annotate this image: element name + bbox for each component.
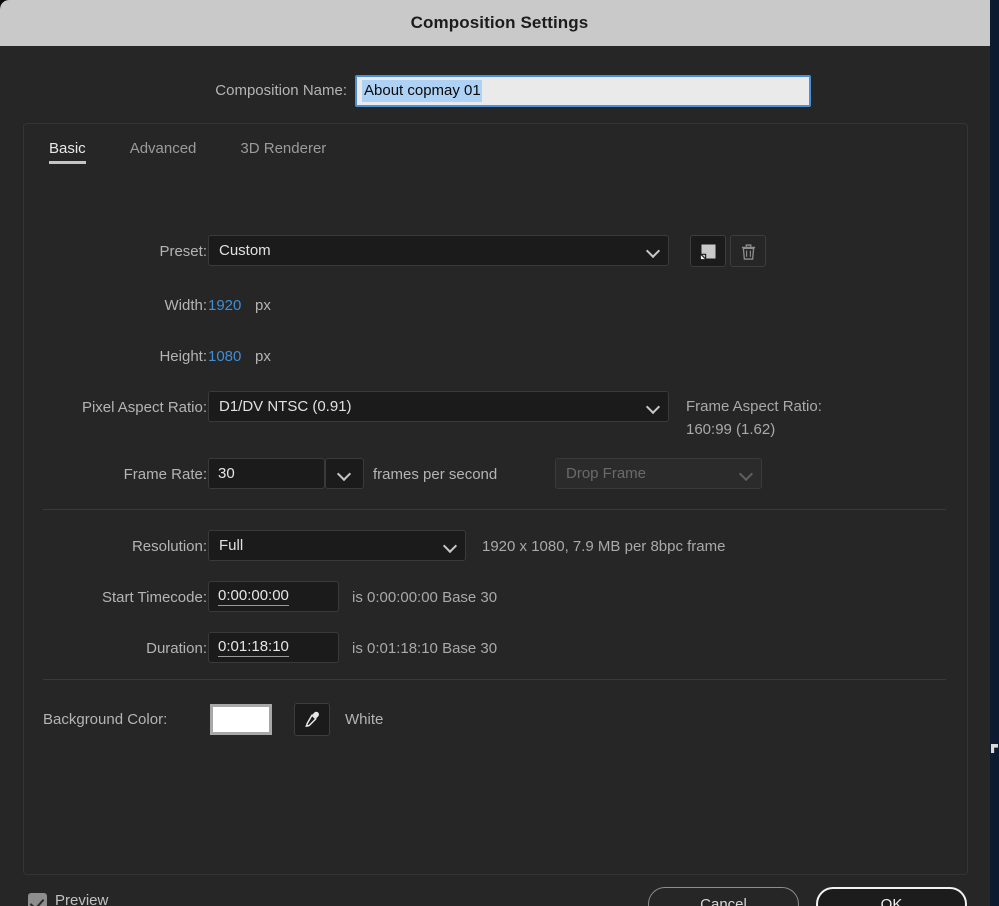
tab-advanced-label: Advanced xyxy=(129,140,197,157)
frame-aspect-ratio-label: Frame Aspect Ratio: xyxy=(686,398,822,415)
drop-frame-dropdown: Drop Frame xyxy=(555,458,762,489)
background-color-swatch[interactable] xyxy=(210,704,272,735)
start-timecode-value: 0:00:00:00 xyxy=(218,587,289,606)
composition-name-value: About copmay 01 xyxy=(362,80,482,102)
frame-rate-label: Frame Rate: xyxy=(123,466,207,483)
delete-preset-button[interactable] xyxy=(730,235,766,267)
background-color-name: White xyxy=(345,711,384,728)
frame-aspect-ratio-value: 160:99 (1.62) xyxy=(686,421,776,438)
height-label: Height: xyxy=(159,348,207,365)
chevron-down-icon xyxy=(444,539,457,552)
chevron-down-icon xyxy=(740,467,753,480)
chevron-down-icon xyxy=(647,400,660,413)
dialog-titlebar: Composition Settings xyxy=(0,0,999,46)
duration-info: is 0:01:18:10 Base 30 xyxy=(352,640,498,657)
height-unit: px xyxy=(255,348,271,365)
duration-label: Duration: xyxy=(146,640,207,657)
tab-3d-renderer[interactable]: 3D Renderer xyxy=(240,140,326,164)
tab-basic-label: Basic xyxy=(49,140,86,157)
width-label: Width: xyxy=(164,297,207,314)
background-color-label: Background Color: xyxy=(43,711,168,728)
resolution-value: Full xyxy=(219,537,244,554)
height-value[interactable]: 1080 xyxy=(208,348,241,365)
dialog-body: Composition Name: About copmay 01 Basic … xyxy=(0,46,999,906)
frames-per-second-label: frames per second xyxy=(373,466,498,483)
preset-value: Custom xyxy=(219,242,271,259)
trash-icon xyxy=(741,243,755,260)
composition-settings-dialog: Composition Settings Composition Name: A… xyxy=(0,0,999,906)
eyedropper-button[interactable] xyxy=(294,703,330,736)
duration-value: 0:01:18:10 xyxy=(218,638,289,657)
resolution-dropdown[interactable]: Full xyxy=(208,530,466,561)
preview-label: Preview xyxy=(55,892,109,906)
pixel-aspect-ratio-dropdown[interactable]: D1/DV NTSC (0.91) xyxy=(208,391,669,422)
resolution-info: 1920 x 1080, 7.9 MB per 8bpc frame xyxy=(482,538,726,555)
frame-rate-dropdown[interactable] xyxy=(325,458,364,489)
frame-rate-input[interactable]: 30 xyxy=(208,458,325,489)
ok-button[interactable]: OK xyxy=(816,887,967,906)
frame-rate-value: 30 xyxy=(218,465,235,482)
start-timecode-label: Start Timecode: xyxy=(101,589,207,606)
chevron-down-icon xyxy=(647,244,660,257)
settings-panel: Basic Advanced 3D Renderer Preset: Custo… xyxy=(23,123,968,875)
pixel-aspect-ratio-label: Pixel Aspect Ratio: xyxy=(81,399,207,416)
composition-name-row: Composition Name: About copmay 01 xyxy=(0,75,999,109)
preset-dropdown[interactable]: Custom xyxy=(208,235,669,266)
section-divider xyxy=(43,509,946,510)
dialog-footer: Preview Cancel OK xyxy=(0,875,999,906)
pixel-aspect-ratio-value: D1/DV NTSC (0.91) xyxy=(219,398,352,415)
preview-checkbox[interactable] xyxy=(28,893,47,906)
tab-basic[interactable]: Basic xyxy=(49,140,86,164)
preset-label: Preset: xyxy=(159,243,207,260)
duration-input[interactable]: 0:01:18:10 xyxy=(208,632,339,663)
width-value[interactable]: 1920 xyxy=(208,297,241,314)
ok-button-label: OK xyxy=(880,895,903,906)
chevron-down-icon xyxy=(338,467,351,480)
tab-3d-renderer-label: 3D Renderer xyxy=(240,140,327,157)
section-divider xyxy=(43,679,946,680)
drop-frame-value: Drop Frame xyxy=(566,465,647,482)
tab-advanced[interactable]: Advanced xyxy=(130,140,197,164)
cancel-button-label: Cancel xyxy=(700,895,747,906)
save-preset-button[interactable] xyxy=(690,235,726,267)
background-app-edge xyxy=(990,0,999,906)
dialog-title: Composition Settings xyxy=(410,13,589,32)
composition-name-input[interactable]: About copmay 01 xyxy=(355,75,811,107)
composition-name-label: Composition Name: xyxy=(215,82,347,99)
cancel-button[interactable]: Cancel xyxy=(648,887,799,906)
tab-bar: Basic Advanced 3D Renderer xyxy=(49,140,370,164)
start-timecode-info: is 0:00:00:00 Base 30 xyxy=(352,589,498,606)
start-timecode-input[interactable]: 0:00:00:00 xyxy=(208,581,339,612)
resolution-label: Resolution: xyxy=(131,538,207,555)
width-unit: px xyxy=(255,297,271,314)
save-preset-icon xyxy=(699,242,717,260)
eyedropper-icon xyxy=(305,711,319,727)
